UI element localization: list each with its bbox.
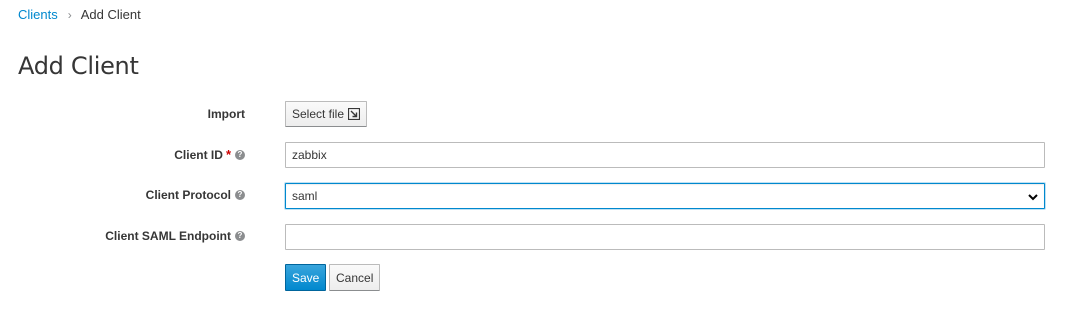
client-protocol-selected-value: saml <box>292 189 318 203</box>
select-file-label: Select file <box>292 107 345 121</box>
import-label-text: Import <box>207 107 245 121</box>
help-icon[interactable]: ? <box>235 149 245 160</box>
breadcrumb: Clients › Add Client <box>18 7 141 22</box>
page-title: Add Client <box>18 52 139 80</box>
import-label: Import <box>208 107 245 121</box>
import-row: Import Select file <box>0 101 1070 127</box>
client-saml-endpoint-row: Client SAML Endpoint ? <box>0 224 1070 250</box>
client-saml-endpoint-label-text: Client SAML Endpoint <box>105 229 231 243</box>
breadcrumb-current: Add Client <box>80 7 141 22</box>
help-icon[interactable]: ? <box>235 231 245 241</box>
cancel-button[interactable]: Cancel <box>329 264 381 291</box>
breadcrumb-clients-link[interactable]: Clients <box>18 7 58 22</box>
client-protocol-select[interactable]: saml <box>285 183 1045 209</box>
client-saml-endpoint-input[interactable] <box>285 224 1045 250</box>
chevron-down-icon <box>1028 191 1038 201</box>
client-id-input[interactable] <box>285 142 1045 168</box>
client-saml-endpoint-label: Client SAML Endpoint ? <box>105 229 245 243</box>
required-marker: * <box>225 147 231 162</box>
client-id-label-text: Client ID <box>174 147 223 162</box>
client-protocol-label-text: Client Protocol <box>145 188 231 202</box>
save-button[interactable]: Save <box>285 264 327 291</box>
client-protocol-label: Client Protocol ? <box>146 188 245 202</box>
select-file-button[interactable]: Select file <box>285 101 368 127</box>
client-protocol-row: Client Protocol ? saml <box>0 183 1070 209</box>
import-icon <box>347 107 361 121</box>
breadcrumb-separator: › <box>67 7 72 22</box>
client-id-row: Client ID * ? <box>0 142 1070 168</box>
client-id-label: Client ID * ? <box>174 147 245 162</box>
help-icon[interactable]: ? <box>235 190 245 200</box>
